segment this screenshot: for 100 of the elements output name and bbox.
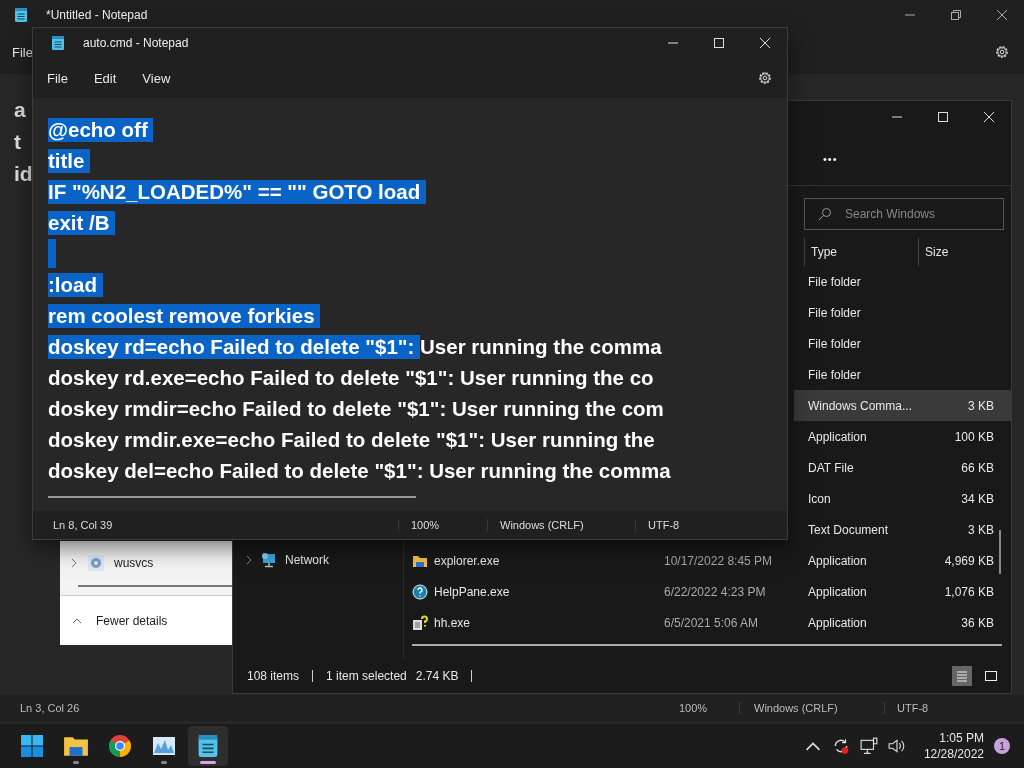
file-row[interactable]: File folder	[794, 359, 1011, 390]
code-text: doskey del=echo Failed to delete "$1": User running the comma	[48, 458, 671, 483]
file-name: hh.exe	[434, 615, 471, 630]
menu-item[interactable]: File	[47, 70, 68, 86]
file-row[interactable]: Text Document 3 KB	[794, 514, 1011, 545]
menu-item[interactable]: Edit	[93, 70, 117, 86]
pane-icon	[984, 669, 998, 683]
file-type: File folder	[808, 367, 861, 382]
code-text: doskey rmdir=echo Failed to delete "$1": User running the com	[48, 396, 664, 421]
file-size: 34 KB	[961, 491, 994, 506]
selected-code-text: IF "%N2_LOADED%" == "" GOTO load	[48, 179, 426, 204]
modified-date: 10/17/2022 8:45 PM	[664, 553, 773, 568]
fewer-details-button[interactable]: Fewer details	[60, 595, 232, 645]
window-title: auto.cmd - Notepad	[83, 36, 189, 50]
file-row[interactable]: File folder	[794, 328, 1011, 359]
text-line: id	[14, 161, 33, 187]
text-line: t	[14, 129, 21, 155]
file-size: 4,969 KB	[944, 553, 994, 568]
modified-date: 6/22/2022 4:23 PM	[664, 584, 766, 599]
code-text: User running the comma	[420, 334, 662, 359]
file-row[interactable]: DAT File 66 KB	[794, 452, 1011, 483]
selected-code-text: :load	[48, 272, 103, 297]
selected-code-text: doskey rd=echo Failed to delete "$1":	[48, 334, 421, 359]
file-size: 3 KB	[968, 522, 994, 537]
file-type: Application	[808, 429, 867, 444]
column-header[interactable]: Size	[918, 238, 994, 266]
gear-icon	[88, 555, 104, 571]
line-ending: Windows (CRLF)	[739, 702, 884, 714]
notepad-icon	[51, 35, 65, 51]
chevron-right-icon[interactable]	[70, 558, 78, 568]
chevron-right-icon	[245, 555, 253, 565]
details-view-button[interactable]	[952, 666, 972, 686]
restore-icon[interactable]	[950, 9, 962, 21]
item-count: 108 items	[247, 669, 300, 683]
settings-icon[interactable]	[757, 70, 773, 86]
file-type: File folder	[808, 305, 861, 320]
maximize-icon[interactable]	[937, 111, 949, 123]
file-type: Icon	[808, 491, 831, 506]
file-type: File folder	[808, 274, 861, 289]
file-row[interactable]: File folder	[794, 266, 1011, 297]
notepad-taskbar-button[interactable]	[188, 726, 228, 766]
modified-date: 6/5/2021 5:06 AM	[664, 615, 759, 630]
clock-date: 12/28/2022	[923, 746, 984, 762]
file-size: 66 KB	[961, 460, 994, 475]
code-text: doskey rd.exe=echo Failed to delete "$1": User running the co	[48, 365, 654, 390]
zoom-level: 100%	[398, 519, 487, 531]
settings-icon[interactable]	[994, 44, 1010, 60]
file-size: 100 KB	[954, 429, 994, 444]
file-name: explorer.exe	[434, 553, 500, 568]
file-type: Application	[808, 584, 867, 599]
search-icon	[818, 207, 832, 221]
file-type: Windows Comma...	[808, 398, 913, 413]
network-icon[interactable]	[859, 737, 878, 755]
file-type: Text Document	[808, 522, 889, 537]
search-field[interactable]: Search Windows	[804, 198, 1004, 230]
browser-icon	[108, 734, 132, 758]
menu-item[interactable]: File	[12, 44, 33, 60]
file-row[interactable]: Application 100 KB	[794, 421, 1011, 452]
selected-code-text: @echo off	[48, 117, 154, 142]
line-ending: Windows (CRLF)	[487, 519, 635, 531]
file-row[interactable]: Icon 34 KB	[794, 483, 1011, 514]
text-line: a	[14, 97, 26, 123]
file-type: DAT File	[808, 460, 854, 475]
file-row[interactable]: HelpPane.exe 6/22/2022 4:23 PM Application 1,076 KB	[404, 576, 1011, 607]
file-row[interactable]: hh.exe 6/5/2021 5:06 AM Application 36 KB	[404, 607, 1011, 638]
menu-item[interactable]: View	[142, 70, 171, 86]
notepad-icon	[14, 7, 28, 23]
encoding: UTF-8	[635, 519, 680, 531]
nav-item[interactable]: Network	[233, 548, 403, 572]
windows-logo-icon	[20, 734, 44, 758]
file-row[interactable]: File folder	[794, 297, 1011, 328]
maximize-icon[interactable]	[713, 37, 725, 49]
file-size: 1,076 KB	[944, 584, 994, 599]
file-type: File folder	[808, 336, 861, 351]
caret-up-icon	[72, 616, 82, 625]
network-icon	[261, 552, 277, 568]
column-header[interactable]: Type	[804, 238, 918, 266]
selected-code-text: exit /B	[48, 210, 116, 235]
file-type: Application	[808, 615, 867, 630]
process-name: wusvcs	[114, 556, 154, 570]
file-type: Application	[808, 553, 867, 568]
more-options-button[interactable]: •••	[823, 153, 838, 165]
help-document-icon	[412, 614, 428, 631]
clock-time: 1:05 PM	[939, 730, 984, 746]
cursor-position: Ln 8, Col 39	[52, 519, 114, 531]
file-size: 3 KB	[968, 398, 994, 413]
clock[interactable]: 1:05 PM 12/28/2022	[923, 730, 984, 762]
file-name: HelpPane.exe	[434, 584, 510, 599]
help-icon	[412, 583, 428, 600]
selected-code-text: title	[48, 148, 91, 173]
file-row[interactable]: explorer.exe 10/17/2022 8:45 PM Application 4,969 KB	[404, 545, 1011, 576]
file-size: 36 KB	[961, 615, 994, 630]
close-icon[interactable]	[996, 9, 1008, 21]
notification-badge[interactable]: 1	[994, 738, 1010, 754]
zoom-level: 100%	[678, 702, 709, 714]
cursor-position: Ln 3, Col 26	[19, 702, 81, 714]
notepad-icon	[197, 733, 219, 759]
volume-icon[interactable]	[887, 737, 906, 755]
selected-file-row[interactable]: Windows Comma... 3 KB	[794, 390, 1011, 421]
code-text: doskey rmdir.exe=echo Failed to delete "$1": User running the	[48, 427, 655, 452]
